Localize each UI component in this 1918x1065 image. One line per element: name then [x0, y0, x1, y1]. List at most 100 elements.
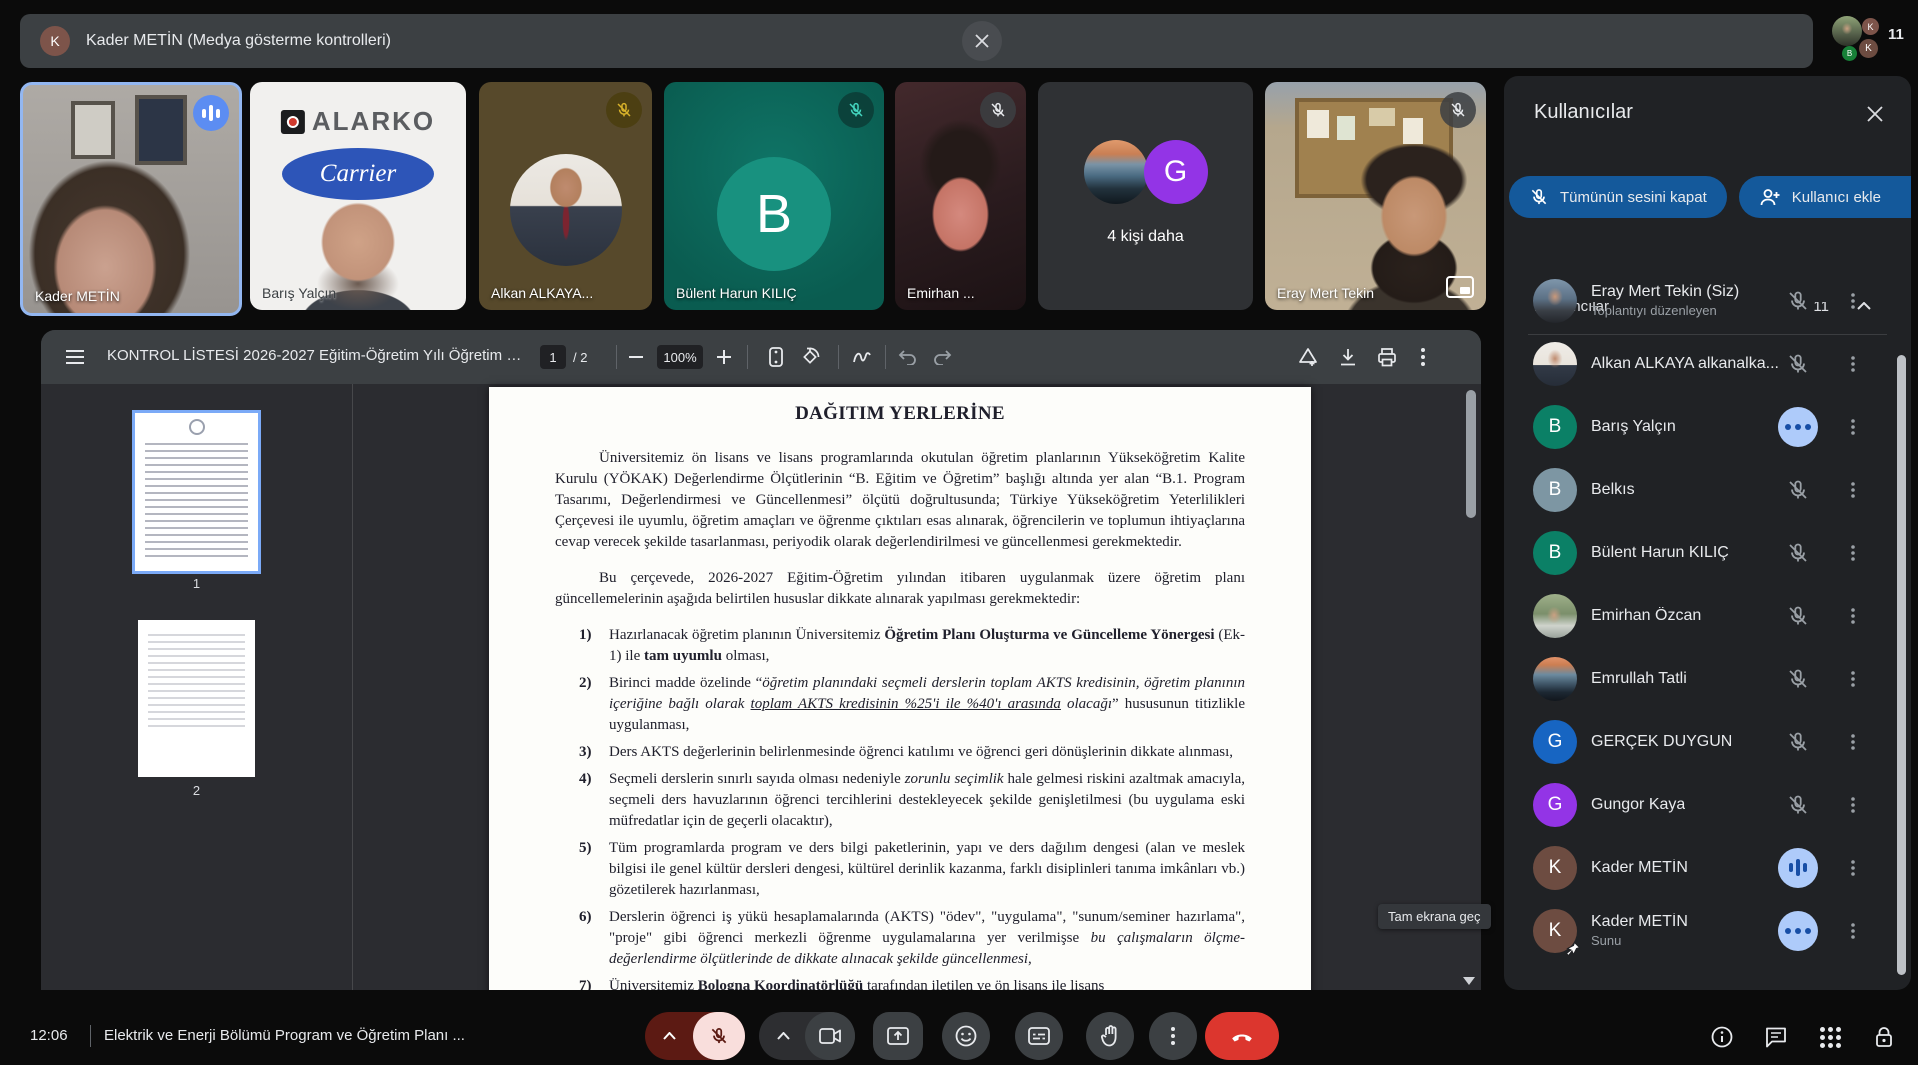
participant-menu-button[interactable]	[1838, 790, 1868, 820]
panel-scrollbar[interactable]	[1897, 355, 1906, 975]
document-list-item: 1)Hazırlanacak öğretim planının Üniversi…	[579, 625, 1245, 667]
pdf-scrollbar[interactable]	[1466, 390, 1476, 518]
thumbnail-label: 2	[135, 783, 258, 798]
participant-count: 11	[1888, 26, 1904, 43]
chat-button[interactable]	[1756, 1023, 1796, 1051]
avatar	[1832, 16, 1862, 46]
meeting-details-button[interactable]	[1702, 1023, 1742, 1051]
tile-eray-tekin[interactable]: Eray Mert Tekin	[1265, 82, 1486, 310]
participant-name: Emirhan Özcan	[1591, 607, 1701, 625]
participant-menu-button[interactable]	[1838, 601, 1868, 631]
participant-menu-button[interactable]	[1838, 538, 1868, 568]
menu-button[interactable]	[57, 339, 93, 375]
zoom-out-button[interactable]	[618, 339, 654, 375]
tile-emirhan[interactable]: Emirhan ...	[895, 82, 1026, 310]
participant-name: GERÇEK DUYGUN	[1591, 733, 1732, 751]
print-button[interactable]	[1369, 339, 1405, 375]
tile-bulent-kilic[interactable]: B Bülent Harun KILIÇ	[664, 82, 884, 310]
thumbnail-sidebar: 1 2	[41, 384, 353, 990]
raise-hand-button[interactable]	[1086, 1012, 1134, 1060]
activities-button[interactable]	[1810, 1023, 1850, 1051]
pdf-page: DAĞITIM YERLERİNE Üniversitemiz ön lisan…	[489, 387, 1311, 990]
tile-baris-yalcin[interactable]: ALARKO Carrier Barış Yalçın	[250, 82, 466, 310]
tile-alkan-alkaya[interactable]: Alkan ALKAYA...	[479, 82, 652, 310]
avatar: G	[1533, 720, 1577, 764]
pdf-content-area: 1 2 DAĞITIM YERLERİNE Üniversitemiz ön l…	[41, 384, 1481, 990]
add-user-button[interactable]: Kullanıcı ekle	[1739, 176, 1911, 218]
presenter-banner-text: Kader METİN (Medya gösterme kontrolleri)	[86, 32, 391, 50]
page-thumbnail-1[interactable]	[135, 413, 258, 571]
document-list-item: 2)Birinci madde özelinde “öğretim planın…	[579, 673, 1245, 736]
camera-control[interactable]	[759, 1012, 855, 1060]
participant-row: B Bülent Harun KILIÇ	[1504, 521, 1911, 584]
three-dots-vertical-icon	[1851, 419, 1855, 435]
camera-options-button[interactable]	[759, 1012, 807, 1060]
scroll-down-arrow-icon[interactable]	[1463, 977, 1475, 985]
rotate-button[interactable]	[792, 339, 828, 375]
plus-icon	[717, 350, 731, 364]
mic-control[interactable]	[645, 1012, 745, 1060]
participants-indicator[interactable]: K B K 11	[1832, 10, 1918, 70]
participant-row: K Kader METİN Sunu	[1504, 899, 1911, 962]
zoom-level[interactable]: 100%	[657, 345, 703, 369]
participant-menu-button[interactable]	[1838, 727, 1868, 757]
participant-menu-button[interactable]	[1838, 349, 1868, 379]
avatar	[1084, 140, 1148, 204]
page-number-input[interactable]: 1	[540, 345, 566, 369]
mic-off-icon	[1786, 793, 1810, 817]
zoom-in-button[interactable]	[706, 339, 742, 375]
redo-button[interactable]	[924, 339, 960, 375]
present-screen-button[interactable]	[873, 1012, 923, 1060]
document-heading: DAĞITIM YERLERİNE	[555, 403, 1245, 424]
captions-button[interactable]	[1015, 1012, 1063, 1060]
reactions-button[interactable]	[942, 1012, 990, 1060]
three-dots-vertical-icon	[1851, 860, 1855, 876]
participant-menu-button[interactable]	[1838, 475, 1868, 505]
mic-mute-button[interactable]	[693, 1012, 745, 1060]
tile-more-participants[interactable]: G 4 kişi daha	[1038, 82, 1253, 310]
annotate-button[interactable]	[844, 339, 880, 375]
more-options-button[interactable]	[1149, 1012, 1197, 1060]
download-button[interactable]	[1330, 339, 1366, 375]
participant-row: Emirhan Özcan	[1504, 584, 1911, 647]
participant-menu-button[interactable]	[1838, 412, 1868, 442]
tile-name-label: Bülent Harun KILIÇ	[676, 285, 797, 301]
participant-menu-button[interactable]	[1838, 664, 1868, 694]
fit-page-button[interactable]	[758, 339, 794, 375]
end-call-button[interactable]	[1205, 1012, 1279, 1060]
print-icon	[1377, 348, 1397, 367]
undo-button[interactable]	[890, 339, 926, 375]
info-icon	[1711, 1026, 1733, 1048]
host-controls-button[interactable]	[1864, 1023, 1904, 1051]
three-dots-vertical-icon	[1171, 1027, 1175, 1045]
picture-in-picture-icon[interactable]	[1446, 276, 1474, 298]
avatar: G	[1533, 783, 1577, 827]
avatar: B	[1842, 46, 1857, 61]
tile-kader-metin[interactable]: Kader METİN	[20, 82, 242, 316]
bottom-bar: 12:06 Elektrik ve Enerji Bölümü Program …	[0, 1007, 1918, 1065]
mic-options-button[interactable]	[645, 1012, 693, 1060]
pdf-more-button[interactable]	[1405, 339, 1441, 375]
camera-toggle-button[interactable]	[805, 1012, 855, 1060]
participant-menu-button[interactable]	[1838, 853, 1868, 883]
person-add-icon	[1759, 187, 1781, 207]
present-icon	[887, 1027, 909, 1045]
mute-all-button[interactable]: Tümünün sesini kapat	[1509, 176, 1727, 218]
document-list-item: 4)Seçmeli derslerin sınırlı sayıda olmas…	[579, 769, 1245, 832]
redo-icon	[932, 349, 952, 365]
participant-name: Kader METİN	[1591, 859, 1688, 877]
participant-menu-button[interactable]	[1838, 916, 1868, 946]
camera-icon	[819, 1028, 841, 1044]
banner-close-button[interactable]	[962, 21, 1002, 61]
save-to-drive-button[interactable]	[1290, 339, 1326, 375]
participant-name: Emrullah Tatli	[1591, 670, 1687, 688]
phone-down-icon	[1230, 1030, 1254, 1042]
speaking-indicator-icon	[1778, 848, 1818, 888]
participant-row: Eray Mert Tekin (Siz) Toplantıyı düzenle…	[1504, 269, 1911, 332]
participant-menu-button[interactable]	[1838, 286, 1868, 316]
panel-close-button[interactable]	[1859, 98, 1891, 130]
page-thumbnail-2[interactable]	[138, 620, 255, 777]
emoji-icon	[955, 1025, 977, 1047]
audio-activity-icon	[1778, 911, 1818, 951]
mic-off-icon	[709, 1026, 729, 1046]
